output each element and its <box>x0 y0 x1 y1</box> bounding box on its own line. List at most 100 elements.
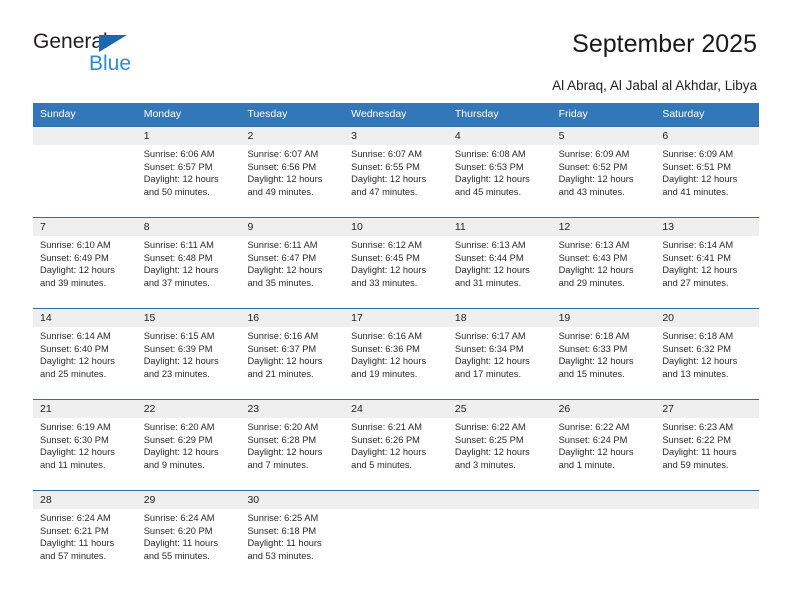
sunrise-line: Sunrise: 6:08 AM <box>454 149 526 159</box>
sunset-line: Sunset: 6:56 PM <box>247 161 317 172</box>
day-cell: Sunrise: 6:16 AM Sunset: 6:37 PM Dayligh… <box>240 327 344 399</box>
day-number[interactable]: 5 <box>552 127 656 145</box>
day-number[interactable] <box>33 127 137 145</box>
day-cell: Sunrise: 6:13 AM Sunset: 6:43 PM Dayligh… <box>552 236 656 308</box>
day-number[interactable]: 28 <box>33 491 137 509</box>
daylight-line-1: Daylight: 12 hours <box>351 265 427 276</box>
daylight-line-2: and 39 minutes. <box>40 277 107 288</box>
day-number[interactable] <box>344 491 448 509</box>
daylight-line-1: Daylight: 12 hours <box>558 447 634 458</box>
day-number[interactable]: 21 <box>33 400 137 418</box>
sunset-line: Sunset: 6:30 PM <box>40 434 109 445</box>
sunset-line: Sunset: 6:48 PM <box>143 252 213 263</box>
week-detail-band: Sunrise: 6:10 AM Sunset: 6:49 PM Dayligh… <box>33 236 759 308</box>
daylight-line-1: Daylight: 12 hours <box>143 265 219 276</box>
sunrise-line: Sunrise: 6:09 AM <box>662 149 734 159</box>
daylight-line-2: and 3 minutes. <box>454 459 516 470</box>
day-number[interactable]: 7 <box>33 218 137 236</box>
day-cell <box>552 509 656 581</box>
day-number[interactable]: 11 <box>448 218 552 236</box>
daylight-line-1: Daylight: 12 hours <box>247 356 323 367</box>
day-cell: Sunrise: 6:08 AM Sunset: 6:53 PM Dayligh… <box>448 145 552 217</box>
day-number[interactable] <box>552 491 656 509</box>
daylight-line-2: and 19 minutes. <box>351 368 418 379</box>
daylight-line-1: Daylight: 12 hours <box>351 356 427 367</box>
day-number[interactable]: 27 <box>655 400 759 418</box>
weekday-header-monday: Monday <box>143 108 182 120</box>
weekday-header-row: Sunday Monday Tuesday Wednesday Thursday… <box>33 103 759 126</box>
sunrise-line: Sunrise: 6:18 AM <box>662 331 734 341</box>
day-number[interactable]: 24 <box>344 400 448 418</box>
day-number[interactable]: 9 <box>240 218 344 236</box>
calendar-week-row: 14 15 16 17 18 19 20 Sunrise: 6:14 AM Su… <box>33 308 759 399</box>
day-cell: Sunrise: 6:14 AM Sunset: 6:40 PM Dayligh… <box>33 327 137 399</box>
daylight-line-2: and 35 minutes. <box>247 277 314 288</box>
sunrise-line: Sunrise: 6:12 AM <box>351 240 422 250</box>
sunrise-line: Sunrise: 6:23 AM <box>662 422 734 432</box>
sunset-line: Sunset: 6:36 PM <box>351 343 420 354</box>
sunset-line: Sunset: 6:22 PM <box>662 434 732 445</box>
day-number[interactable] <box>655 491 759 509</box>
generalblue-logo[interactable]: General Blue <box>33 30 213 82</box>
day-cell: Sunrise: 6:21 AM Sunset: 6:26 PM Dayligh… <box>344 418 448 490</box>
day-number[interactable]: 1 <box>137 127 241 145</box>
day-number[interactable] <box>448 491 552 509</box>
daylight-line-2: and 49 minutes. <box>247 186 314 197</box>
day-cell: Sunrise: 6:22 AM Sunset: 6:24 PM Dayligh… <box>552 418 656 490</box>
sunrise-line: Sunrise: 6:09 AM <box>558 149 630 159</box>
daylight-line-1: Daylight: 12 hours <box>351 174 427 185</box>
day-number[interactable]: 20 <box>655 309 759 327</box>
day-number[interactable]: 18 <box>448 309 552 327</box>
day-number[interactable]: 30 <box>240 491 344 509</box>
day-number[interactable]: 29 <box>137 491 241 509</box>
day-number[interactable]: 3 <box>344 127 448 145</box>
daylight-line-2: and 7 minutes. <box>247 459 309 470</box>
page-subtitle: Al Abraq, Al Jabal al Akhdar, Libya <box>552 78 757 93</box>
day-number[interactable]: 12 <box>552 218 656 236</box>
daylight-line-1: Daylight: 11 hours <box>247 538 322 549</box>
week-detail-band: Sunrise: 6:24 AM Sunset: 6:21 PM Dayligh… <box>33 509 759 581</box>
day-cell: Sunrise: 6:16 AM Sunset: 6:36 PM Dayligh… <box>344 327 448 399</box>
sunrise-line: Sunrise: 6:21 AM <box>351 422 422 432</box>
day-number[interactable]: 17 <box>344 309 448 327</box>
sunset-line: Sunset: 6:24 PM <box>558 434 628 445</box>
sunset-line: Sunset: 6:45 PM <box>351 252 420 263</box>
daylight-line-1: Daylight: 12 hours <box>351 447 427 458</box>
weekday-header-sunday: Sunday <box>40 108 76 120</box>
day-number[interactable]: 13 <box>655 218 759 236</box>
sunset-line: Sunset: 6:34 PM <box>454 343 524 354</box>
day-number[interactable]: 10 <box>344 218 448 236</box>
page-title: September 2025 <box>572 30 757 58</box>
daylight-line-1: Daylight: 12 hours <box>40 356 115 367</box>
day-number[interactable]: 26 <box>552 400 656 418</box>
sunset-line: Sunset: 6:51 PM <box>662 161 732 172</box>
daylight-line-2: and 21 minutes. <box>247 368 314 379</box>
sunset-line: Sunset: 6:26 PM <box>351 434 420 445</box>
day-number[interactable]: 25 <box>448 400 552 418</box>
sunset-line: Sunset: 6:29 PM <box>143 434 213 445</box>
day-cell: Sunrise: 6:20 AM Sunset: 6:29 PM Dayligh… <box>137 418 241 490</box>
day-number[interactable]: 6 <box>655 127 759 145</box>
day-number[interactable]: 8 <box>137 218 241 236</box>
day-number[interactable]: 19 <box>552 309 656 327</box>
day-cell: Sunrise: 6:15 AM Sunset: 6:39 PM Dayligh… <box>137 327 241 399</box>
day-number[interactable]: 23 <box>240 400 344 418</box>
daylight-line-1: Daylight: 12 hours <box>558 356 634 367</box>
daylight-line-1: Daylight: 12 hours <box>454 174 530 185</box>
triangle-icon <box>99 35 127 52</box>
day-number[interactable]: 15 <box>137 309 241 327</box>
day-cell: Sunrise: 6:06 AM Sunset: 6:57 PM Dayligh… <box>137 145 241 217</box>
day-number[interactable]: 16 <box>240 309 344 327</box>
day-number[interactable]: 14 <box>33 309 137 327</box>
day-cell: Sunrise: 6:09 AM Sunset: 6:51 PM Dayligh… <box>655 145 759 217</box>
day-number[interactable]: 4 <box>448 127 552 145</box>
day-number[interactable]: 2 <box>240 127 344 145</box>
day-cell: Sunrise: 6:07 AM Sunset: 6:55 PM Dayligh… <box>344 145 448 217</box>
day-cell: Sunrise: 6:23 AM Sunset: 6:22 PM Dayligh… <box>655 418 759 490</box>
sunrise-line: Sunrise: 6:16 AM <box>351 331 422 341</box>
sunrise-line: Sunrise: 6:07 AM <box>351 149 422 159</box>
page-header: General Blue September 2025 Al Abraq, Al… <box>0 0 792 100</box>
day-number[interactable]: 22 <box>137 400 241 418</box>
daylight-line-2: and 15 minutes. <box>558 368 625 379</box>
daylight-line-2: and 41 minutes. <box>662 186 729 197</box>
